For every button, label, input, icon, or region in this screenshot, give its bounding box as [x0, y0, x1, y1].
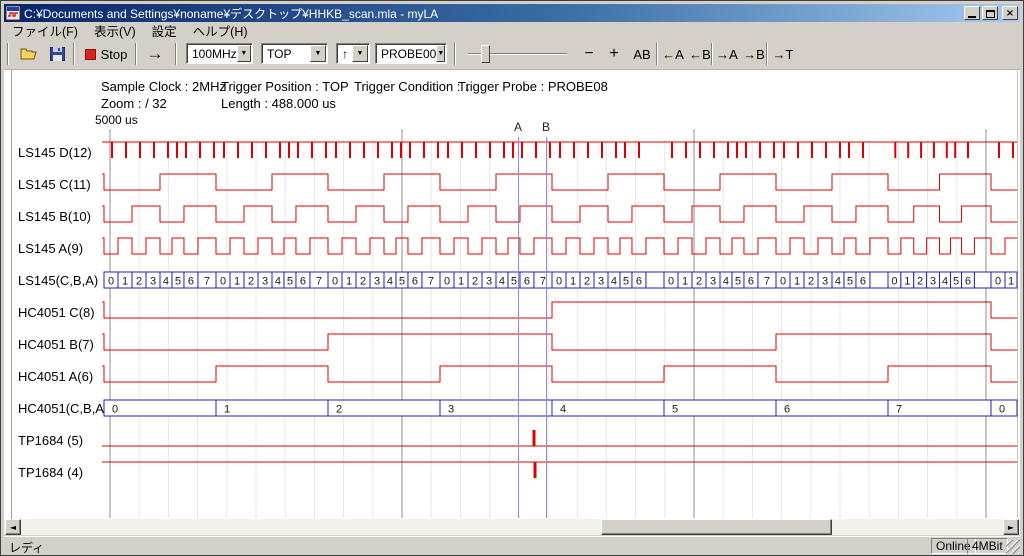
signal-label: LS145 B(10): [18, 209, 91, 225]
sample-clock-select[interactable]: 100MHz ▼: [186, 43, 253, 64]
scroll-left-button[interactable]: ◄: [5, 519, 21, 535]
waveform-client-area: Sample Clock : 2MHz Trigger Position : T…: [4, 70, 1020, 519]
trigger-position-value: TOP: [262, 47, 310, 61]
info-trigger-position: Trigger Position : TOP: [221, 79, 349, 94]
open-folder-icon: [20, 47, 38, 61]
signal-label: LS145(C,B,A): [18, 273, 98, 289]
trigger-edge-value: ↑: [337, 47, 352, 61]
signal-label: HC4051 A(6): [18, 369, 93, 385]
chevron-down-icon[interactable]: ▼: [237, 45, 251, 62]
stop-square-icon: [85, 49, 96, 60]
menu-item-3[interactable]: ヘルプ(H): [185, 20, 256, 41]
panel-divider: [11, 70, 13, 519]
stop-label: Stop: [101, 47, 128, 62]
chevron-down-icon[interactable]: ▼: [310, 45, 326, 62]
app-icon: [6, 6, 20, 20]
separator: [175, 43, 177, 65]
chevron-down-icon[interactable]: ▼: [436, 45, 445, 62]
probe-select[interactable]: PROBE00 ▼: [375, 43, 447, 64]
separator: [711, 43, 713, 65]
menu-bar: ファイル(F)表示(V)設定ヘルプ(H): [4, 22, 1020, 39]
signal-label: HC4051 C(8): [18, 305, 95, 321]
ruler-time-label: 5000 us: [95, 113, 138, 127]
close-button[interactable]: ×: [1002, 6, 1018, 20]
sample-clock-value: 100MHz: [187, 47, 237, 61]
trigger-edge-select[interactable]: ↑ ▼: [336, 43, 370, 64]
chevron-down-icon[interactable]: ▼: [352, 45, 368, 62]
cursor-label-A: A: [512, 120, 524, 134]
zoom-slider-thumb[interactable]: [481, 45, 490, 63]
app-window: C:¥Documents and Settings¥noname¥デスクトップ¥…: [0, 0, 1024, 556]
window-title: C:¥Documents and Settings¥noname¥デスクトップ¥…: [24, 5, 438, 22]
open-file-button[interactable]: [16, 43, 42, 65]
ab-cursor-button[interactable]: AB: [629, 43, 655, 65]
signal-label: HC4051(C,B,A): [18, 401, 108, 417]
maximize-icon: [986, 10, 995, 18]
maximize-button[interactable]: [982, 6, 998, 20]
status-memory-badge: 4MBit: [967, 538, 1008, 554]
status-ready-text: レディ: [9, 539, 44, 556]
menu-item-1[interactable]: 表示(V): [86, 20, 144, 41]
signal-label: TP1684 (4): [18, 465, 83, 481]
toolbar: Stop → 100MHz ▼ TOP ▼ ↑ ▼ PROBE00 ▼ − + …: [4, 39, 1020, 70]
separator: [766, 43, 768, 65]
info-trigger-condition: Trigger Condition : ↓: [354, 79, 471, 94]
move-right-to-a-button[interactable]: →A: [714, 43, 740, 65]
run-button[interactable]: →: [140, 43, 170, 65]
status-bar: レディ Online 4MBit: [4, 536, 1020, 554]
toolbar-grip: [7, 43, 9, 65]
stop-button[interactable]: Stop: [81, 43, 131, 65]
goto-trigger-button[interactable]: →T: [770, 43, 796, 65]
separator: [454, 43, 456, 65]
move-left-to-a-button[interactable]: ←A: [660, 43, 686, 65]
menu-item-0[interactable]: ファイル(F): [4, 20, 86, 41]
info-zoom: Zoom : / 32: [101, 96, 167, 111]
minimize-icon: [968, 16, 976, 18]
save-button[interactable]: [44, 43, 70, 65]
zoom-out-button[interactable]: −: [578, 43, 600, 65]
info-length: Length : 488.000 us: [221, 96, 336, 111]
minimize-button[interactable]: [964, 6, 980, 20]
trigger-position-select[interactable]: TOP ▼: [261, 43, 328, 64]
move-right-to-b-button[interactable]: →B: [741, 43, 767, 65]
horizontal-scrollbar[interactable]: ◄ ►: [4, 519, 1020, 535]
cursor-label-B: B: [540, 120, 552, 134]
info-trigger-probe: Trigger Probe : PROBE08: [458, 79, 608, 94]
move-left-to-b-button[interactable]: ←B: [687, 43, 713, 65]
menu-item-2[interactable]: 設定: [144, 20, 185, 41]
signal-label: LS145 C(11): [18, 177, 91, 193]
separator: [73, 43, 75, 65]
scrollbar-thumb[interactable]: [601, 519, 832, 535]
signal-label: HC4051 B(7): [18, 337, 94, 353]
signal-label: LS145 A(9): [18, 241, 83, 257]
separator: [135, 43, 137, 65]
zoom-in-button[interactable]: +: [603, 43, 625, 65]
probe-value: PROBE00: [376, 47, 436, 61]
floppy-save-icon: [50, 47, 65, 61]
scroll-right-button[interactable]: ►: [1003, 519, 1019, 535]
resize-grip-icon[interactable]: [1006, 540, 1020, 554]
signal-label: LS145 D(12): [18, 145, 92, 161]
separator: [656, 43, 658, 65]
info-sample-clock: Sample Clock : 2MHz: [101, 79, 226, 94]
signal-label: TP1684 (5): [18, 433, 83, 449]
